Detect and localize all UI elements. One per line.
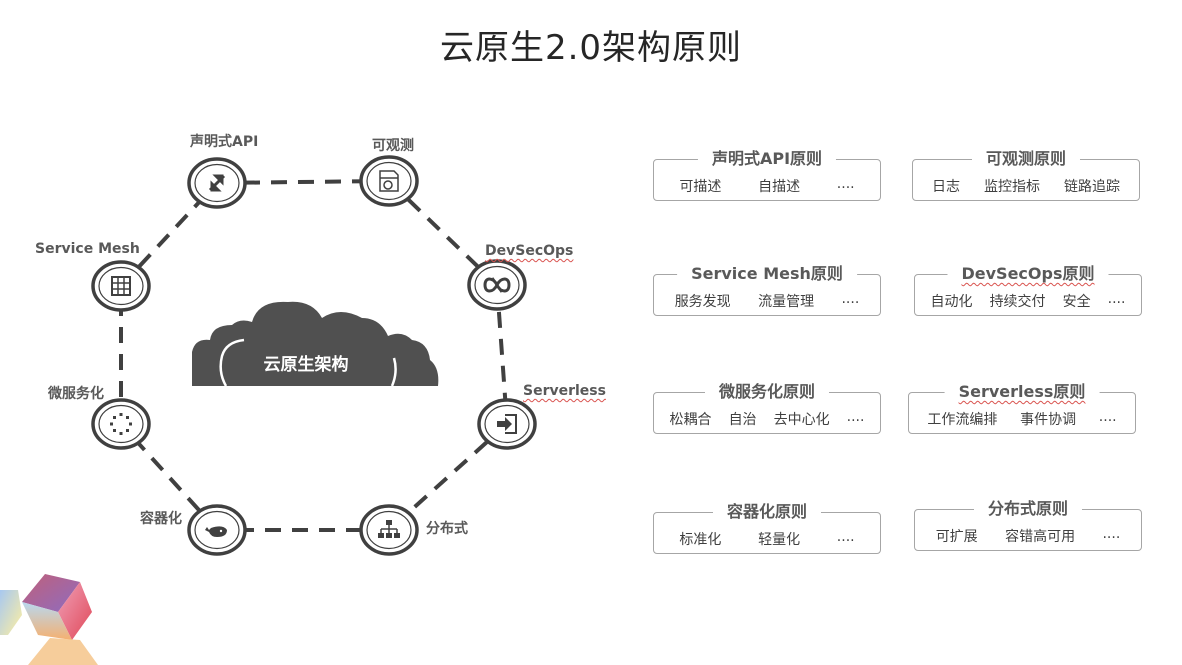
card-item: 标准化 xyxy=(679,532,722,548)
card-title: 容器化原则 xyxy=(712,498,822,522)
card-item: 安全 xyxy=(1062,294,1091,310)
card-title: Service Mesh原则 xyxy=(677,260,857,284)
architecture-diagram xyxy=(91,155,537,556)
card-item: 服务发现 xyxy=(674,294,731,310)
decorative-cubes xyxy=(0,574,98,665)
card-item: 自描述 xyxy=(758,179,801,195)
principle-card-observability: 可观测原则 日志 监控指标 链路追踪 xyxy=(912,145,1140,201)
card-item: 流量管理 xyxy=(758,294,815,310)
card-item: 自治 xyxy=(728,412,757,428)
card-item: 去中心化 xyxy=(773,412,830,428)
node-infinity-loop xyxy=(467,259,527,311)
node-grid xyxy=(91,260,151,312)
card-title: 微服务化原则 xyxy=(704,378,830,402)
principle-card-microservices: 微服务化原则 松耦合 自治 去中心化 .... xyxy=(653,378,881,434)
card-item: 轻量化 xyxy=(758,532,801,548)
center-label: 云原生架构 xyxy=(263,355,349,375)
card-title: 声明式API原则 xyxy=(697,145,837,169)
card-item: .... xyxy=(841,291,860,307)
node-dotted-circle xyxy=(91,398,151,450)
card-item: .... xyxy=(1102,526,1121,542)
node-hierarchy xyxy=(359,504,419,556)
card-item: 事件协调 xyxy=(1020,412,1077,428)
card-item: 工作流编排 xyxy=(927,412,998,428)
node-label-declarative-api: 声明式API xyxy=(190,134,259,150)
node-label-distributed: 分布式 xyxy=(426,521,468,537)
node-label-containerization: 容器化 xyxy=(140,511,182,527)
card-item: 可描述 xyxy=(679,179,722,195)
principle-card-serverless: Serverless原则 工作流编排 事件协调 .... xyxy=(908,378,1136,434)
card-item: 自动化 xyxy=(930,294,973,310)
card-item: 松耦合 xyxy=(669,412,712,428)
node-label-microservices: 微服务化 xyxy=(48,386,104,402)
card-item: 监控指标 xyxy=(984,179,1040,195)
node-label-observability: 可观测 xyxy=(372,138,414,154)
principle-card-distributed: 分布式原则 可扩展 容错高可用 .... xyxy=(914,495,1142,551)
card-item: 容错高可用 xyxy=(1005,529,1076,545)
card-item: .... xyxy=(836,529,855,545)
node-label-devsecops: DevSecOps xyxy=(485,243,574,259)
card-item: .... xyxy=(836,176,855,192)
node-label-serverless: Serverless xyxy=(523,383,606,399)
principle-card-declarative-api: 声明式API原则 可描述 自描述 .... xyxy=(653,145,881,201)
card-item: 日志 xyxy=(932,179,960,195)
principle-card-containerization: 容器化原则 标准化 轻量化 .... xyxy=(653,498,881,554)
node-swap-arrows xyxy=(187,157,247,209)
card-title: 可观测原则 xyxy=(971,145,1081,169)
node-sign-in xyxy=(477,398,537,450)
card-title: Serverless原则 xyxy=(944,378,1100,402)
card-title: 分布式原则 xyxy=(973,495,1083,519)
principle-card-service-mesh: Service Mesh原则 服务发现 流量管理 .... xyxy=(653,260,881,316)
card-item: 可扩展 xyxy=(935,529,978,545)
card-item: .... xyxy=(1098,409,1117,425)
card-item: 持续交付 xyxy=(989,294,1046,310)
node-label-service-mesh: Service Mesh xyxy=(35,241,140,257)
card-title: DevSecOps原则 xyxy=(947,260,1109,284)
card-item: .... xyxy=(846,409,865,425)
card-item: 链路追踪 xyxy=(1064,179,1120,195)
card-item: .... xyxy=(1107,291,1126,307)
node-docker-whale xyxy=(187,504,247,556)
principle-card-devsecops: DevSecOps原则 自动化 持续交付 安全 .... xyxy=(914,260,1142,316)
node-document-search xyxy=(359,155,419,207)
